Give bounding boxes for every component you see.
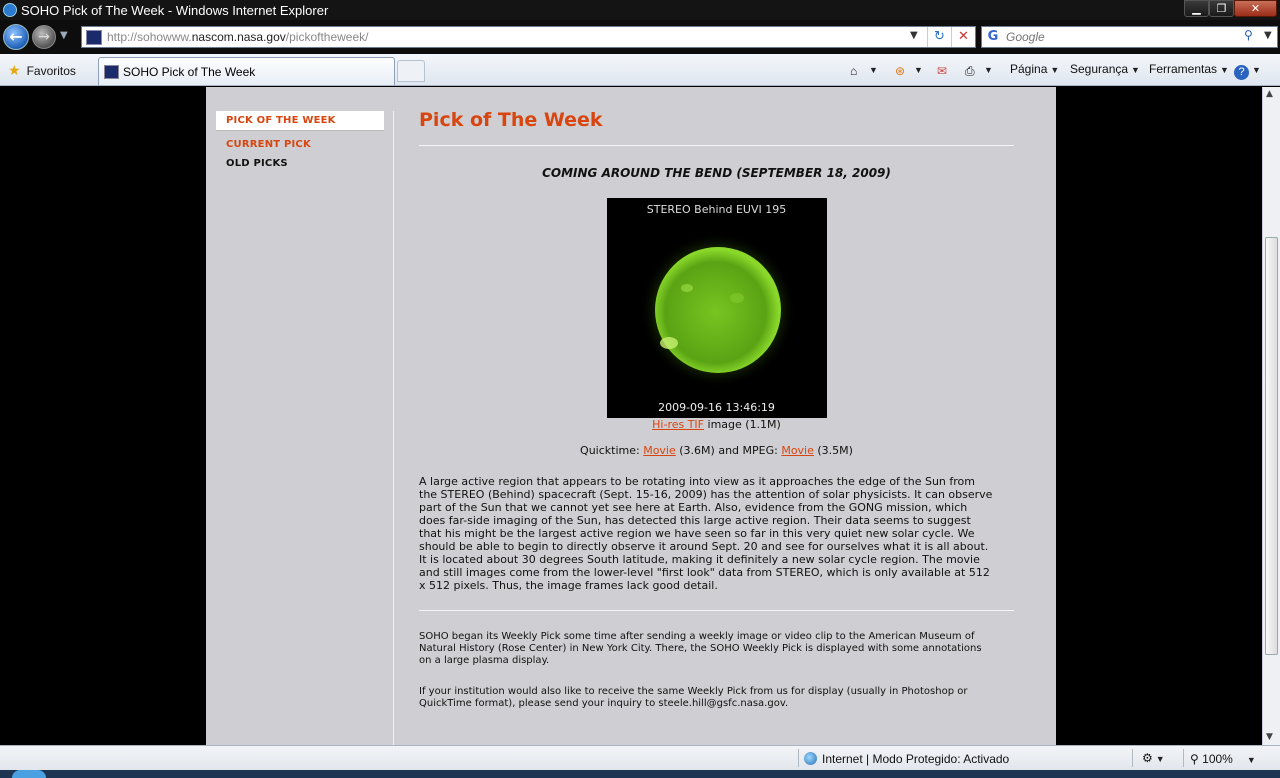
- article-body: A large active region that appears to be…: [419, 475, 993, 592]
- refresh-icon[interactable]: ↻: [927, 27, 951, 47]
- left-navigation: PICK OF THE WEEK CURRENT PICK OLD PICKS: [216, 111, 384, 173]
- status-bar: Internet | Modo Protegido: Activado ⚙ ▼ ⚲…: [0, 745, 1280, 770]
- page-title: Pick of The Week: [419, 109, 603, 131]
- scroll-down-icon[interactable]: ▼: [1266, 732, 1273, 742]
- separator: [1183, 749, 1184, 767]
- home-icon: ⌂: [850, 64, 858, 78]
- favorites-button[interactable]: ★ Favoritos: [8, 62, 76, 79]
- rss-icon: ⊛: [895, 64, 906, 78]
- pick-title: COMING AROUND THE BEND (SEPTEMBER 18, 20…: [542, 166, 891, 180]
- scroll-thumb[interactable]: [1265, 237, 1278, 655]
- mail-icon: ✉: [937, 64, 948, 78]
- close-button[interactable]: ✕: [1234, 0, 1277, 17]
- nav-old-picks[interactable]: OLD PICKS: [216, 154, 384, 173]
- mail-button[interactable]: ✉: [937, 62, 953, 78]
- internet-zone-icon: [804, 752, 817, 765]
- page-viewport: PICK OF THE WEEK CURRENT PICK OLD PICKS …: [0, 87, 1262, 745]
- address-url[interactable]: http://sohowww.nascom.nasa.gov/pickofthe…: [107, 30, 369, 44]
- divider: [419, 145, 1014, 146]
- sun-graphic: [639, 232, 796, 388]
- image-caption-top: STEREO Behind EUVI 195: [646, 203, 787, 216]
- separator: [1132, 749, 1133, 767]
- zoom-icon: ⚲: [1190, 752, 1199, 766]
- footer-paragraph-2: If your institution would also like to r…: [419, 686, 968, 709]
- search-box[interactable]: G ⚲ ▼: [981, 26, 1278, 48]
- command-bar: ★ Favoritos SOHO Pick of The Week ⌂ ▼ ⊛ ▼ ✉…: [0, 54, 1280, 86]
- help-button[interactable]: ? ▼: [1234, 62, 1261, 80]
- protected-mode-icon[interactable]: ⚙ ▼: [1142, 751, 1165, 765]
- search-icon[interactable]: ⚲: [1244, 28, 1253, 42]
- tab-favicon-icon: [104, 65, 119, 79]
- quicktime-movie-link[interactable]: Movie: [643, 444, 676, 457]
- scroll-up-icon[interactable]: ▲: [1266, 89, 1273, 99]
- back-button[interactable]: ←: [3, 24, 29, 50]
- security-menu[interactable]: Segurança ▼: [1070, 62, 1140, 76]
- feeds-button[interactable]: ⊛ ▼: [895, 62, 923, 78]
- address-bar[interactable]: http://sohowww.nascom.nasa.gov/pickofthe…: [81, 26, 976, 48]
- column-divider: [393, 111, 394, 745]
- page-content: PICK OF THE WEEK CURRENT PICK OLD PICKS …: [206, 87, 1056, 745]
- tab-label: SOHO Pick of The Week: [123, 65, 256, 79]
- hires-tif-link[interactable]: Hi-res TIF: [652, 418, 704, 431]
- print-button[interactable]: ⎙ ▼: [965, 62, 993, 78]
- page-menu[interactable]: Página ▼: [1010, 62, 1059, 76]
- title-bar: SOHO Pick of The Week - Windows Internet…: [0, 0, 1280, 20]
- footer-paragraph-1: SOHO began its Weekly Pick some time aft…: [419, 631, 982, 666]
- divider: [419, 610, 1014, 611]
- help-icon: ?: [1234, 65, 1249, 80]
- nav-pick-of-the-week[interactable]: PICK OF THE WEEK: [216, 111, 384, 131]
- new-tab-button[interactable]: [397, 60, 425, 82]
- hires-line: Hi-res TIF image (1.1M): [652, 418, 781, 431]
- maximize-button[interactable]: ❐: [1209, 0, 1234, 17]
- zoom-level[interactable]: ⚲ 100% ▼: [1190, 752, 1256, 766]
- tools-menu[interactable]: Ferramentas ▼: [1149, 62, 1229, 76]
- security-zone-text[interactable]: Internet | Modo Protegido: Activado: [822, 752, 1009, 766]
- separator: [798, 749, 799, 767]
- ie-logo-icon: [3, 3, 17, 17]
- site-favicon-icon: [86, 30, 102, 45]
- article: Pick of The Week COMING AROUND THE BEND …: [419, 109, 1014, 710]
- forward-button[interactable]: →: [32, 25, 56, 49]
- window-title: SOHO Pick of The Week - Windows Internet…: [21, 3, 329, 18]
- image-timestamp: 2009-09-16 13:46:19: [658, 401, 775, 414]
- start-button[interactable]: [12, 770, 46, 778]
- address-dropdown-icon[interactable]: ▼: [910, 30, 918, 41]
- recent-pages-dropdown[interactable]: ▼: [60, 30, 68, 41]
- nav-current-pick[interactable]: CURRENT PICK: [216, 135, 384, 154]
- stop-icon[interactable]: ✕: [951, 27, 975, 47]
- tab-soho-pick[interactable]: SOHO Pick of The Week: [98, 57, 395, 85]
- search-options-dropdown-icon[interactable]: ▼: [1264, 30, 1272, 41]
- google-icon: G: [987, 29, 999, 44]
- mpeg-movie-link[interactable]: Movie: [781, 444, 814, 457]
- vertical-scrollbar[interactable]: ▲ ▼: [1262, 87, 1280, 745]
- sun-image[interactable]: STEREO Behind EUVI 195 2009-09-16 13:46:…: [606, 198, 827, 418]
- minimize-button[interactable]: ▁: [1184, 0, 1209, 17]
- printer-icon: ⎙: [965, 64, 975, 78]
- windows-taskbar: [0, 770, 1280, 778]
- search-input[interactable]: [1006, 29, 1246, 45]
- home-button[interactable]: ⌂ ▼: [850, 62, 878, 78]
- navigation-bar: ← → ▼ http://sohowww.nascom.nasa.gov/pic…: [0, 20, 1280, 54]
- star-icon: ★: [8, 62, 21, 78]
- movie-line: Quicktime: Movie (3.6M) and MPEG: Movie …: [580, 444, 853, 457]
